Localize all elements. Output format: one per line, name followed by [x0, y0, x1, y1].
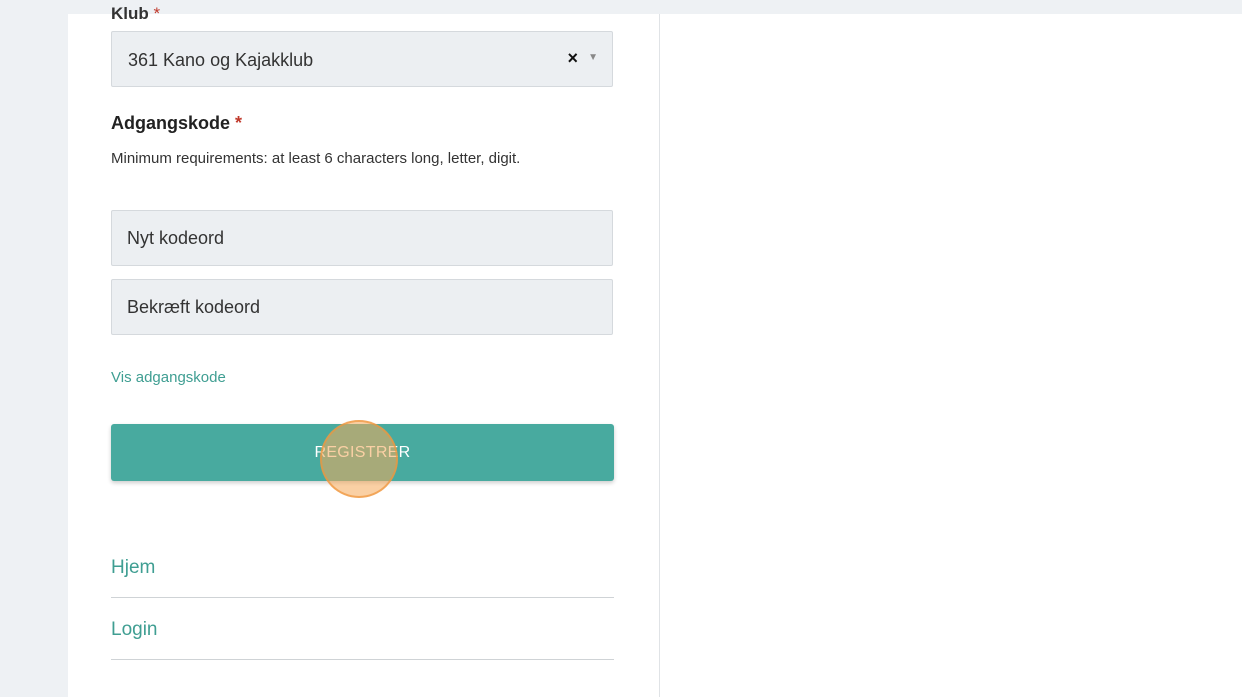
- club-select-value: 361 Kano og Kajakklub: [128, 50, 314, 70]
- register-button[interactable]: REGISTRER: [111, 424, 614, 481]
- club-select[interactable]: 361 Kano og Kajakklub × ▼: [111, 31, 613, 87]
- password-label-text: Adgangskode: [111, 113, 231, 133]
- password-requirements: Minimum requirements: at least 6 charact…: [111, 150, 521, 167]
- nav-link-home[interactable]: Hjem: [111, 537, 614, 598]
- right-pane: [660, 14, 1242, 697]
- clear-icon[interactable]: ×: [567, 48, 578, 69]
- confirm-password-field[interactable]: [111, 279, 613, 335]
- top-background-strip: [0, 0, 1242, 14]
- nav-link-login-label: Login: [111, 619, 158, 640]
- show-password-link[interactable]: Vis adgangskode: [111, 369, 226, 386]
- required-mark: *: [235, 113, 243, 133]
- required-mark: *: [153, 4, 161, 23]
- new-password-field[interactable]: [111, 210, 613, 266]
- club-label-text: Klub: [111, 4, 149, 23]
- password-label: Adgangskode *: [111, 113, 242, 134]
- nav-link-login[interactable]: Login: [111, 599, 614, 660]
- left-background-strip: [0, 14, 68, 697]
- club-label: Klub *: [111, 4, 160, 24]
- nav-link-home-label: Hjem: [111, 557, 156, 578]
- chevron-down-icon[interactable]: ▼: [588, 52, 598, 63]
